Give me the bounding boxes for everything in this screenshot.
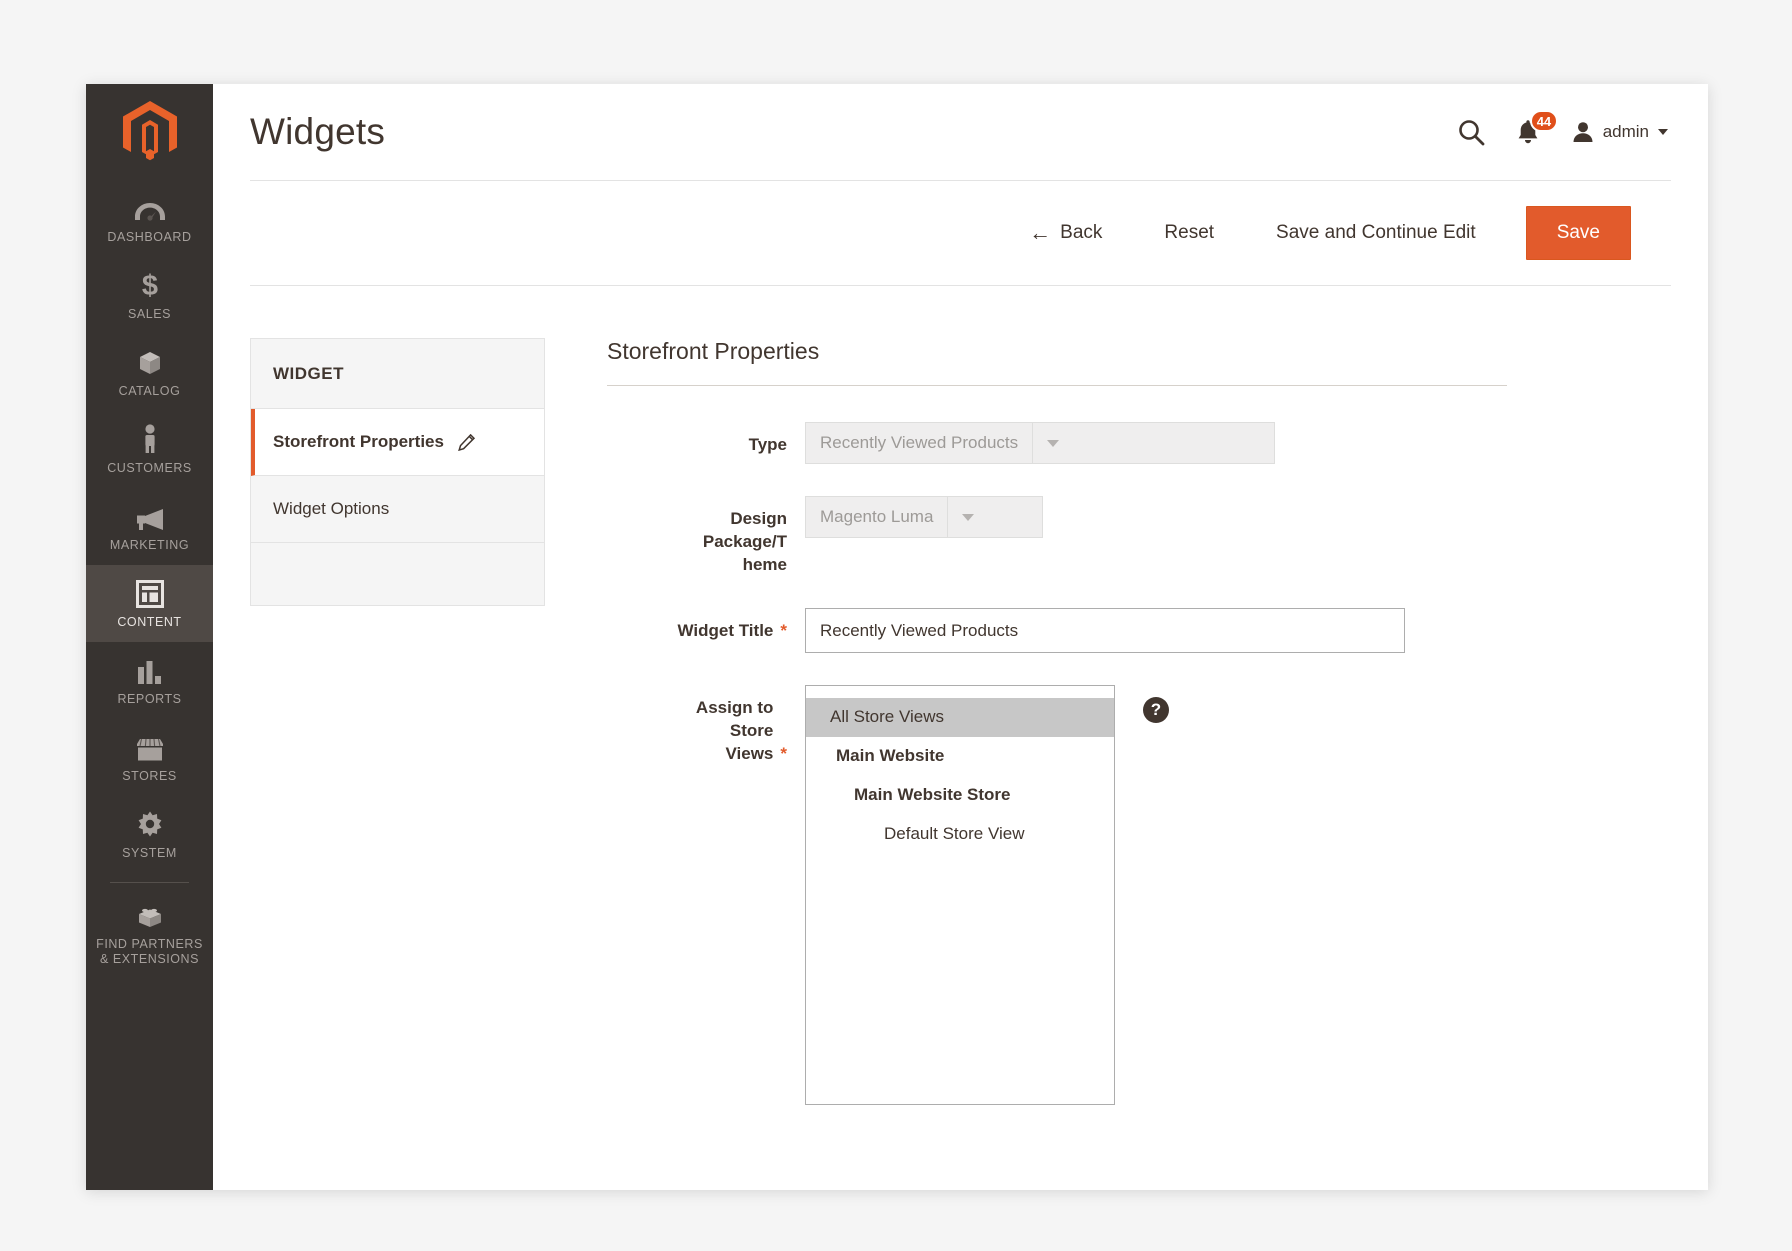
chevron-down-icon [947, 497, 987, 537]
page-actions-toolbar: ← Back Reset Save and Continue Edit Save [250, 180, 1671, 286]
person-icon [140, 424, 160, 454]
megaphone-icon [135, 501, 165, 531]
store-view-option[interactable]: Main Website Store [806, 776, 1114, 815]
store-views-label-line3: Views [725, 744, 773, 763]
store-views-multiselect[interactable]: All Store Views Main Website Main Websit… [805, 685, 1115, 1105]
sidebar-item-reports[interactable]: REPORTS [86, 642, 213, 719]
field-row-widget-title: Widget Title * [607, 608, 1668, 653]
user-avatar-icon [1571, 120, 1595, 144]
sidebar-item-customers[interactable]: CUSTOMERS [86, 411, 213, 488]
gauge-icon [135, 193, 165, 223]
sidebar-item-dashboard[interactable]: DASHBOARD [86, 180, 213, 257]
gear-icon [136, 809, 164, 839]
sidebar-item-find-partners[interactable]: FIND PARTNERS & EXTENSIONS [86, 887, 213, 979]
sidebar-divider [110, 882, 189, 883]
store-view-option[interactable]: All Store Views [806, 698, 1114, 737]
design-theme-label-line1: Design [730, 509, 787, 528]
sidebar-item-system[interactable]: SYSTEM [86, 796, 213, 873]
form-section-title: Storefront Properties [607, 338, 1507, 386]
save-and-continue-edit-button[interactable]: Save and Continue Edit [1276, 212, 1476, 254]
back-arrow-icon: ← [1029, 222, 1051, 244]
design-theme-label: Design Package/T heme [607, 496, 787, 576]
sidebar-label-line1: FIND PARTNERS [96, 937, 203, 952]
main-content: Widgets 44 admin ← Back [213, 84, 1708, 1190]
store-views-label-line2: Store [730, 721, 773, 740]
sidebar-label: STORES [122, 769, 176, 784]
store-views-label-line1: Assign to [696, 698, 773, 717]
store-views-label: Assign to Store Views * [607, 685, 787, 765]
storefront-properties-form: Storefront Properties Type Recently View… [545, 338, 1668, 1190]
store-view-option[interactable]: Main Website [806, 737, 1114, 776]
widget-title-input[interactable] [805, 608, 1405, 653]
sidebar-item-marketing[interactable]: MARKETING [86, 488, 213, 565]
widget-title-label: Widget Title * [607, 608, 787, 642]
save-button[interactable]: Save [1526, 206, 1631, 260]
back-button-label: Back [1060, 222, 1102, 244]
type-select-value: Recently Viewed Products [806, 423, 1032, 463]
back-button[interactable]: ← Back [1029, 212, 1102, 254]
type-label: Type [607, 422, 787, 456]
field-row-design-theme: Design Package/T heme Magento Luma [607, 496, 1668, 576]
design-theme-label-line2: Package/T [703, 532, 787, 551]
admin-menu[interactable]: admin [1571, 120, 1668, 144]
magento-logo[interactable] [86, 84, 213, 180]
header-tools: 44 admin [1458, 119, 1668, 146]
required-marker: * [780, 619, 787, 642]
field-row-type: Type Recently Viewed Products [607, 422, 1668, 464]
help-icon[interactable]: ? [1143, 697, 1169, 723]
layout-icon [136, 578, 164, 608]
sidebar-item-content[interactable]: CONTENT [86, 565, 213, 642]
field-row-store-views: Assign to Store Views * All Store Views … [607, 685, 1668, 1105]
sidebar-item-stores[interactable]: STORES [86, 719, 213, 796]
sidebar-label: MARKETING [110, 538, 189, 553]
notifications-count-badge: 44 [1530, 110, 1558, 132]
sidebar-label: REPORTS [117, 692, 181, 707]
sidebar-label: CUSTOMERS [107, 461, 192, 476]
chevron-down-icon [1032, 423, 1072, 463]
box-icon [136, 347, 164, 377]
sidebar-label: SYSTEM [122, 846, 177, 861]
design-theme-select-value: Magento Luma [806, 497, 947, 537]
tab-storefront-properties[interactable]: Storefront Properties [251, 409, 544, 476]
type-select[interactable]: Recently Viewed Products [805, 422, 1275, 464]
search-icon[interactable] [1458, 119, 1485, 146]
brick-icon [136, 900, 164, 930]
storefront-icon [135, 732, 165, 762]
widget-tabs-title: WIDGET [251, 339, 544, 409]
svg-text:$: $ [141, 270, 157, 300]
design-theme-label-line3: heme [743, 555, 787, 574]
pencil-icon [458, 434, 475, 451]
bar-chart-icon [137, 655, 163, 685]
admin-username: admin [1603, 122, 1649, 142]
sidebar-label: CONTENT [117, 615, 181, 630]
sidebar-item-catalog[interactable]: CATALOG [86, 334, 213, 411]
required-marker: * [780, 742, 787, 765]
tab-label: Storefront Properties [273, 432, 444, 452]
chevron-down-icon [1658, 129, 1668, 135]
main-sidebar: DASHBOARD $ SALES CATALOG CUSTOMERS MARK… [86, 84, 213, 1190]
admin-window: DASHBOARD $ SALES CATALOG CUSTOMERS MARK… [86, 84, 1708, 1190]
page-title: Widgets [250, 111, 1458, 153]
widget-tabs-panel: WIDGET Storefront Properties Widget Opti… [250, 338, 545, 606]
dollar-icon: $ [139, 270, 161, 300]
sidebar-label: SALES [128, 307, 171, 322]
reset-button[interactable]: Reset [1164, 212, 1214, 254]
magento-logo-icon [123, 101, 177, 163]
store-view-option[interactable]: Default Store View [806, 815, 1114, 854]
notifications-button[interactable]: 44 [1517, 119, 1539, 145]
content-area: WIDGET Storefront Properties Widget Opti… [213, 286, 1708, 1190]
sidebar-label: CATALOG [119, 384, 181, 399]
reset-button-label: Reset [1164, 222, 1214, 244]
page-header: Widgets 44 admin [213, 84, 1708, 180]
tab-label: Widget Options [273, 499, 389, 519]
tab-widget-options[interactable]: Widget Options [251, 476, 544, 543]
design-theme-select[interactable]: Magento Luma [805, 496, 1043, 538]
sidebar-label: DASHBOARD [107, 230, 191, 245]
sidebar-label-line2: & EXTENSIONS [100, 952, 199, 967]
sidebar-item-sales[interactable]: $ SALES [86, 257, 213, 334]
save-continue-button-label: Save and Continue Edit [1276, 222, 1476, 244]
